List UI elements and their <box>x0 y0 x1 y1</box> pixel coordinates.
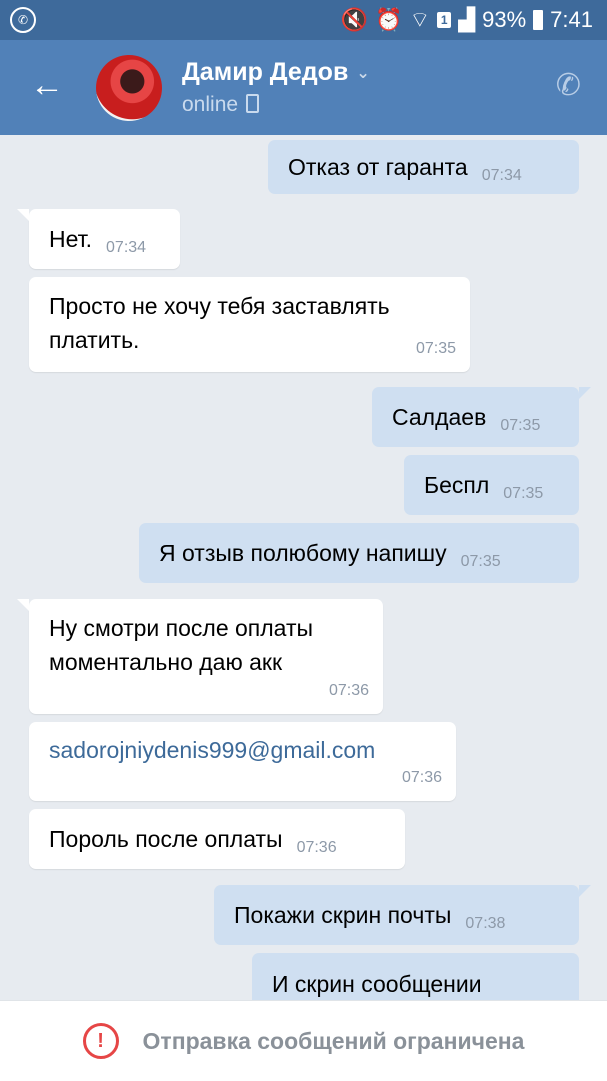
avatar[interactable] <box>96 55 162 121</box>
message-incoming[interactable]: Ну смотри после оплаты моментально даю а… <box>17 599 383 714</box>
message-outgoing[interactable]: Беспл 07:35 <box>404 455 579 515</box>
wifi-icon: ⌔ <box>409 7 431 32</box>
phone-call-icon[interactable]: ✆ <box>556 68 581 103</box>
mobile-phone-icon <box>246 94 260 113</box>
message-incoming[interactable]: sadorojniydenis999@gmail.com 07:36 <box>29 722 456 801</box>
message-incoming[interactable]: Просто не хочу тебя заставлять платить. 0… <box>29 277 470 372</box>
message-outgoing[interactable]: Я отзыв полюбому напишу 07:35 <box>139 523 579 583</box>
message-incoming[interactable]: Пороль после оплаты 07:36 <box>29 809 405 869</box>
message-incoming[interactable]: Нет. 07:34 <box>17 209 180 269</box>
message-outgoing[interactable]: Отказ от гаранта 07:34 <box>268 140 579 194</box>
battery-percent: 93% <box>482 7 527 32</box>
warning-icon: ! <box>82 1023 119 1059</box>
message-outgoing[interactable]: Покажи скрин почты 07:38 <box>214 885 591 945</box>
alarm-icon: ⏰ <box>375 7 403 32</box>
contact-status: online <box>182 93 260 117</box>
message-list[interactable]: Отказ от гаранта 07:34 Нет. 07:34 Просто н… <box>0 135 607 1000</box>
battery-icon <box>533 10 544 30</box>
chevron-down-icon[interactable]: ⌄ <box>356 65 369 82</box>
back-arrow-icon[interactable]: ← <box>30 68 64 102</box>
signal-icon: ▟ <box>458 7 476 32</box>
contact-name[interactable]: Дамир Дедов ⌄ <box>182 58 370 87</box>
restriction-notice: Отправка сообщений ограничена <box>142 1027 525 1054</box>
mute-icon: 🔇 <box>340 7 369 32</box>
email-link[interactable]: sadorojniydenis999@gmail.com <box>49 737 375 763</box>
messaging-restricted-bar: ! Отправка сообщений ограничена <box>0 1000 607 1081</box>
clock: 7:41 <box>550 7 593 32</box>
sim-icon: 1 <box>437 12 452 28</box>
message-outgoing[interactable]: Салдаев 07:35 <box>372 387 591 447</box>
message-outgoing[interactable]: И скрин сообщении <box>252 953 579 1000</box>
status-bar: ✆ 🔇 ⏰ ⌔ 1 ▟ 93% 7:41 <box>0 0 607 40</box>
chat-header: ← Дамир Дедов ⌄ online ✆ <box>0 40 607 135</box>
whatsapp-icon: ✆ <box>10 7 36 33</box>
